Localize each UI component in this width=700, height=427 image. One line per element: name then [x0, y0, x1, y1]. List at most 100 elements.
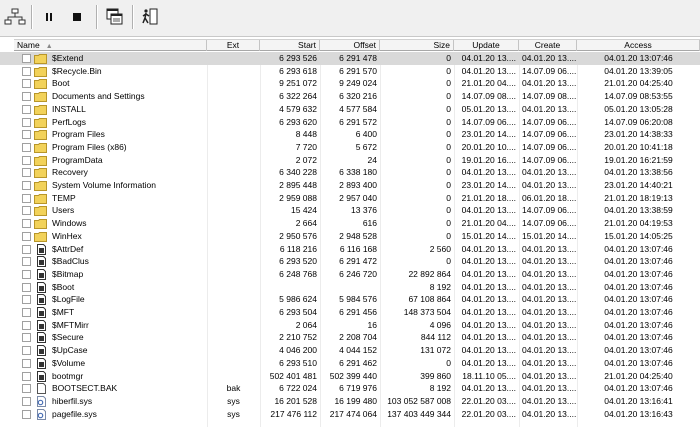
row-checkbox[interactable]	[22, 130, 31, 140]
row-checkbox[interactable]	[22, 346, 31, 356]
file-offset: 4 044 152	[339, 345, 377, 356]
row-checkbox[interactable]	[22, 396, 31, 406]
column-update[interactable]: Update	[454, 40, 519, 51]
row-checkbox[interactable]	[22, 231, 31, 241]
table-row[interactable]: $Boot 8 192 04.01.20 13.... 04.01.20 13....…	[0, 281, 700, 294]
row-checkbox[interactable]	[22, 206, 31, 216]
row-checkbox[interactable]	[22, 66, 31, 76]
row-checkbox[interactable]	[22, 244, 31, 254]
table-row[interactable]: $Bitmap 6 248 768 6 246 720 22 892 864 04.01…	[0, 268, 700, 281]
file-ext	[207, 192, 260, 205]
row-checkbox[interactable]	[22, 142, 31, 152]
table-row[interactable]: Users 15 424 13 376 0 04.01.20 13.... 14.07.0…	[0, 204, 700, 217]
file-access: 04.01.20 13:16:43	[604, 408, 673, 419]
row-checkbox[interactable]	[22, 193, 31, 203]
folder-icon	[34, 180, 47, 191]
table-row[interactable]: Windows 2 664 616 0 21.01.20 04.... 14.07.09 …	[0, 217, 700, 230]
row-checkbox[interactable]	[22, 409, 31, 419]
table-row[interactable]: Boot 9 251 072 9 249 024 0 21.01.20 04.... 04…	[0, 77, 700, 90]
column-offset[interactable]: Offset	[320, 40, 380, 51]
row-checkbox[interactable]	[22, 79, 31, 89]
table-row[interactable]: PerfLogs 6 293 620 6 291 572 0 14.07.09 06..…	[0, 116, 700, 129]
stop-icon[interactable]	[64, 4, 90, 30]
table-row[interactable]: $Recycle.Bin 6 293 618 6 291 570 0 04.01.20 …	[0, 65, 700, 78]
file-create: 04.01.20 13....	[522, 370, 577, 381]
table-row[interactable]: ProgramData 2 072 24 0 19.01.20 16.... 14.07.…	[0, 154, 700, 167]
table-row[interactable]: Recovery 6 340 228 6 338 180 0 04.01.20 13..…	[0, 166, 700, 179]
row-checkbox[interactable]	[22, 155, 31, 165]
network-tree-icon[interactable]	[2, 4, 28, 30]
row-checkbox[interactable]	[22, 269, 31, 279]
row-checkbox[interactable]	[22, 371, 31, 381]
file-start: 8 448	[295, 129, 317, 140]
table-row[interactable]: pagefile.sys sys 217 476 112 217 474 064 137…	[0, 408, 700, 421]
column-size[interactable]: Size	[380, 40, 454, 51]
table-row[interactable]: $AttrDef 6 118 216 6 116 168 2 560 04.01.20 …	[0, 243, 700, 256]
row-checkbox[interactable]	[22, 358, 31, 368]
table-row[interactable]: BOOTSECT.BAK bak 6 722 024 6 719 976 8 192 04…	[0, 382, 700, 395]
file-offset: 6 320 216	[339, 91, 377, 102]
table-row[interactable]: $Extend 6 293 526 6 291 478 0 04.01.20 13...…	[0, 52, 700, 65]
file-start: 2 064	[295, 319, 317, 330]
table-row[interactable]: INSTALL 4 579 632 4 577 584 0 05.01.20 13...…	[0, 103, 700, 116]
row-checkbox[interactable]	[22, 320, 31, 330]
file-name: Users	[52, 205, 75, 216]
row-checkbox[interactable]	[22, 219, 31, 229]
folder-icon	[34, 193, 47, 204]
table-row[interactable]: Program Files (x86) 7 720 5 672 0 20.01.20 1…	[0, 141, 700, 154]
table-row[interactable]: $BadClus 6 293 520 6 291 472 0 04.01.20 13..…	[0, 255, 700, 268]
table-row[interactable]: $MFT 6 293 504 6 291 456 148 373 504 04.01.2…	[0, 306, 700, 319]
exit-door-icon[interactable]	[137, 4, 163, 30]
file-size: 399 860	[420, 370, 451, 381]
column-access[interactable]: Access	[577, 40, 700, 51]
row-checkbox[interactable]	[22, 384, 31, 394]
copy-window-icon[interactable]	[102, 4, 128, 30]
file-start: 6 293 520	[279, 256, 317, 267]
file-offset: 6 116 168	[339, 243, 377, 254]
table-row[interactable]: System Volume Information 2 895 448 2 893 …	[0, 179, 700, 192]
file-offset: 6 719 976	[339, 383, 377, 394]
file-create: 04.01.20 13....	[522, 345, 577, 356]
table-row[interactable]: TEMP 2 959 088 2 957 040 0 21.01.20 18.... 06…	[0, 192, 700, 205]
table-row[interactable]: $LogFile 5 986 624 5 984 576 67 108 864 04.0…	[0, 293, 700, 306]
table-row[interactable]: bootmgr 502 401 481 502 399 440 399 860 18.1…	[0, 370, 700, 383]
table-row[interactable]: $UpCase 4 046 200 4 044 152 131 072 04.01.20…	[0, 344, 700, 357]
file-access: 21.01.20 04:25:40	[604, 78, 673, 89]
column-create[interactable]: Create	[519, 40, 577, 51]
file-offset: 6 400	[355, 129, 377, 140]
table-row[interactable]: $Volume 6 293 510 6 291 462 0 04.01.20 13...…	[0, 357, 700, 370]
file-name: Program Files	[52, 129, 105, 140]
table-row[interactable]: hiberfil.sys sys 16 201 528 16 199 480 103 0…	[0, 395, 700, 408]
row-checkbox[interactable]	[22, 257, 31, 267]
row-checkbox[interactable]	[22, 117, 31, 127]
pause-icon[interactable]	[36, 4, 62, 30]
file-create: 04.01.20 13....	[522, 357, 577, 368]
row-checkbox[interactable]	[22, 92, 31, 102]
row-checkbox[interactable]	[22, 295, 31, 305]
file-ext: sys	[227, 408, 240, 419]
table-row[interactable]: Documents and Settings 6 322 264 6 320 216…	[0, 90, 700, 103]
file-access: 04.01.20 13:07:46	[604, 319, 673, 330]
file-ext	[207, 255, 260, 268]
row-checkbox[interactable]	[22, 168, 31, 178]
folder-icon	[34, 155, 47, 166]
column-start[interactable]: Start	[260, 40, 320, 51]
row-checkbox[interactable]	[22, 333, 31, 343]
file-start: 2 072	[295, 154, 317, 165]
row-checkbox[interactable]	[22, 282, 31, 292]
row-checkbox[interactable]	[22, 104, 31, 114]
row-checkbox[interactable]	[22, 308, 31, 317]
file-access: 21.01.20 04:19:53	[604, 218, 673, 229]
file-name: $UpCase	[52, 345, 88, 356]
file-size: 8 192	[429, 281, 451, 292]
row-checkbox[interactable]	[22, 54, 31, 63]
row-checkbox[interactable]	[22, 181, 31, 190]
file-name: WinHex	[52, 230, 82, 241]
column-name[interactable]: Name ▲	[14, 40, 207, 51]
table-row[interactable]: Program Files 8 448 6 400 0 23.01.20 14.... 1…	[0, 128, 700, 141]
table-row[interactable]: WinHex 2 950 576 2 948 528 0 15.01.20 14....…	[0, 230, 700, 243]
column-ext[interactable]: Ext	[207, 40, 260, 51]
table-row[interactable]: $MFTMirr 2 064 16 4 096 04.01.20 13.... 04.01…	[0, 319, 700, 332]
table-row[interactable]: $Secure 2 210 752 2 208 704 844 112 04.01.20…	[0, 331, 700, 344]
file-ext	[207, 154, 260, 167]
